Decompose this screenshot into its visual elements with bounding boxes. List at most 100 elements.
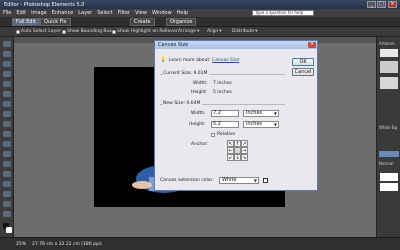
ok-button[interactable]: OK	[292, 58, 314, 66]
anchor-se-icon[interactable]: ↘	[241, 154, 248, 161]
cookie-cutter-tool-icon[interactable]	[3, 131, 11, 137]
eraser-tool-icon[interactable]	[3, 171, 11, 177]
style-label: White Bg	[379, 125, 398, 130]
window-title: Editor - Photoshop Elements 5.0	[4, 1, 85, 8]
lightbulb-icon: 💡	[160, 57, 167, 63]
zoom-level[interactable]: 25%	[16, 242, 26, 247]
layer-thumbnail[interactable]	[380, 173, 398, 181]
extension-color-select[interactable]: White ▼	[219, 177, 259, 184]
learn-more-text: Learn more about: Canvas Size	[169, 58, 240, 63]
maximize-button[interactable]: □	[377, 1, 386, 8]
close-window-button[interactable]: ×	[388, 1, 397, 8]
anchor-label: Anchor:	[191, 142, 209, 147]
title-bar: Editor - Photoshop Elements 5.0 _ □ ×	[0, 0, 400, 9]
toolbox	[0, 37, 14, 237]
new-height-unit-select[interactable]: inches ▼	[243, 121, 279, 128]
anchor-n-icon[interactable]: ↑	[234, 140, 241, 147]
extension-color-swatch[interactable]	[263, 178, 268, 183]
artwork-thumbnail[interactable]	[380, 49, 398, 57]
minimize-button[interactable]: _	[367, 1, 376, 8]
anchor-w-icon[interactable]: ←	[227, 147, 234, 154]
quick-fix-button[interactable]: Quick Fix	[40, 18, 71, 26]
relative-option[interactable]: Relative	[211, 132, 235, 137]
move-tool-icon[interactable]	[3, 41, 11, 47]
menu-bar: File Edit Image Enhance Layer Select Fil…	[0, 9, 400, 17]
palette-bin: Artwork White Bg Normal	[376, 37, 400, 237]
menu-view[interactable]: View	[135, 10, 147, 16]
menu-image[interactable]: Image	[31, 10, 47, 16]
new-size-label: New Size: 9.64M	[163, 101, 203, 106]
menu-file[interactable]: File	[3, 10, 11, 16]
align-dropdown[interactable]: Align ▾	[207, 29, 222, 34]
cancel-button[interactable]: Cancel	[292, 68, 314, 76]
extension-color-label: Canvas extension color:	[160, 178, 214, 183]
menu-enhance[interactable]: Enhance	[52, 10, 74, 16]
type-tool-icon[interactable]	[3, 111, 11, 117]
artwork-preview-2[interactable]	[380, 77, 398, 89]
distribute-dropdown[interactable]: Distribute ▾	[232, 29, 257, 34]
zoom-tool-icon[interactable]	[3, 51, 11, 57]
clone-stamp-tool-icon[interactable]	[3, 161, 11, 167]
auto-select-option[interactable]: Auto Select Layer	[16, 29, 61, 34]
anchor-s-icon[interactable]: ↓	[234, 154, 241, 161]
anchor-sw-icon[interactable]: ↙	[227, 154, 234, 161]
artwork-preview[interactable]	[380, 61, 398, 73]
new-width-field[interactable]: 7.2	[211, 110, 239, 117]
crop-tool-icon[interactable]	[3, 121, 11, 127]
artwork-panel-title: Artwork	[379, 41, 395, 46]
magic-wand-tool-icon[interactable]	[3, 101, 11, 107]
relative-checkbox[interactable]	[211, 132, 215, 137]
dialog-title-bar: Canvas Size ×	[155, 41, 317, 49]
hand-tool-icon[interactable]	[3, 61, 11, 67]
menu-select[interactable]: Select	[97, 10, 112, 16]
anchor-ne-icon[interactable]: ↗	[241, 140, 248, 147]
paint-bucket-tool-icon[interactable]	[3, 191, 11, 197]
menu-layer[interactable]: Layer	[78, 10, 92, 16]
current-width-value: 7 inches	[213, 81, 232, 86]
eyedropper-tool-icon[interactable]	[3, 71, 11, 77]
arrange-dropdown[interactable]: Arrange ▾	[178, 29, 199, 34]
bounding-box-checkbox[interactable]	[62, 29, 66, 34]
bounding-box-option[interactable]: Show Bounding Box	[62, 29, 112, 34]
chevron-down-icon: ▼	[273, 111, 277, 116]
organize-button[interactable]: Organize	[166, 18, 197, 26]
layer-thumbnail-2[interactable]	[380, 183, 398, 191]
dialog-title: Canvas Size	[158, 42, 189, 48]
new-height-field[interactable]: 5.2	[211, 121, 239, 128]
marquee-tool-icon[interactable]	[3, 81, 11, 87]
new-width-unit-select[interactable]: inches ▼	[243, 110, 279, 117]
menu-filter[interactable]: Filter	[118, 10, 130, 16]
current-height-value: 5 inches	[213, 90, 232, 95]
layers-panel-header[interactable]	[379, 151, 399, 157]
menu-edit[interactable]: Edit	[16, 10, 26, 16]
anchor-center[interactable]	[234, 147, 241, 154]
lasso-tool-icon[interactable]	[3, 91, 11, 97]
menu-help[interactable]: Help	[177, 10, 188, 16]
anchor-nw-icon[interactable]: ↖	[227, 140, 234, 147]
highlight-option[interactable]: Show Highlight on Rollover	[112, 29, 178, 34]
background-color-swatch[interactable]	[6, 227, 12, 233]
menu-window[interactable]: Window	[152, 10, 172, 16]
highlight-checkbox[interactable]	[112, 29, 116, 34]
dialog-close-icon[interactable]: ×	[308, 42, 316, 48]
anchor-e-icon[interactable]: →	[241, 147, 248, 154]
blend-mode-select[interactable]: Normal	[379, 161, 393, 166]
anchor-grid: ↖ ↑ ↗ ← → ↙ ↓ ↘	[227, 140, 248, 161]
auto-select-checkbox[interactable]	[16, 29, 20, 34]
canvas-size-help-link[interactable]: Canvas Size	[212, 58, 239, 63]
chevron-down-icon: ▼	[253, 178, 257, 183]
current-width-label: Width:	[193, 81, 208, 86]
full-edit-button[interactable]: Full Edit	[12, 18, 40, 26]
new-width-label: Width:	[191, 111, 206, 116]
healing-brush-tool-icon[interactable]	[3, 151, 11, 157]
canvas-size-dialog: Canvas Size × 💡 Learn more about: Canvas…	[154, 40, 318, 191]
shape-tool-icon[interactable]	[3, 211, 11, 217]
create-button[interactable]: Create	[130, 18, 155, 26]
help-search-input[interactable]: Type a question for help	[252, 10, 314, 16]
brush-tool-icon[interactable]	[3, 181, 11, 187]
gradient-tool-icon[interactable]	[3, 201, 11, 207]
current-height-label: Height:	[191, 90, 208, 95]
red-eye-tool-icon[interactable]	[3, 141, 11, 147]
new-height-label: Height:	[189, 122, 206, 127]
current-size-label: Current Size: 9.01M	[163, 71, 210, 76]
